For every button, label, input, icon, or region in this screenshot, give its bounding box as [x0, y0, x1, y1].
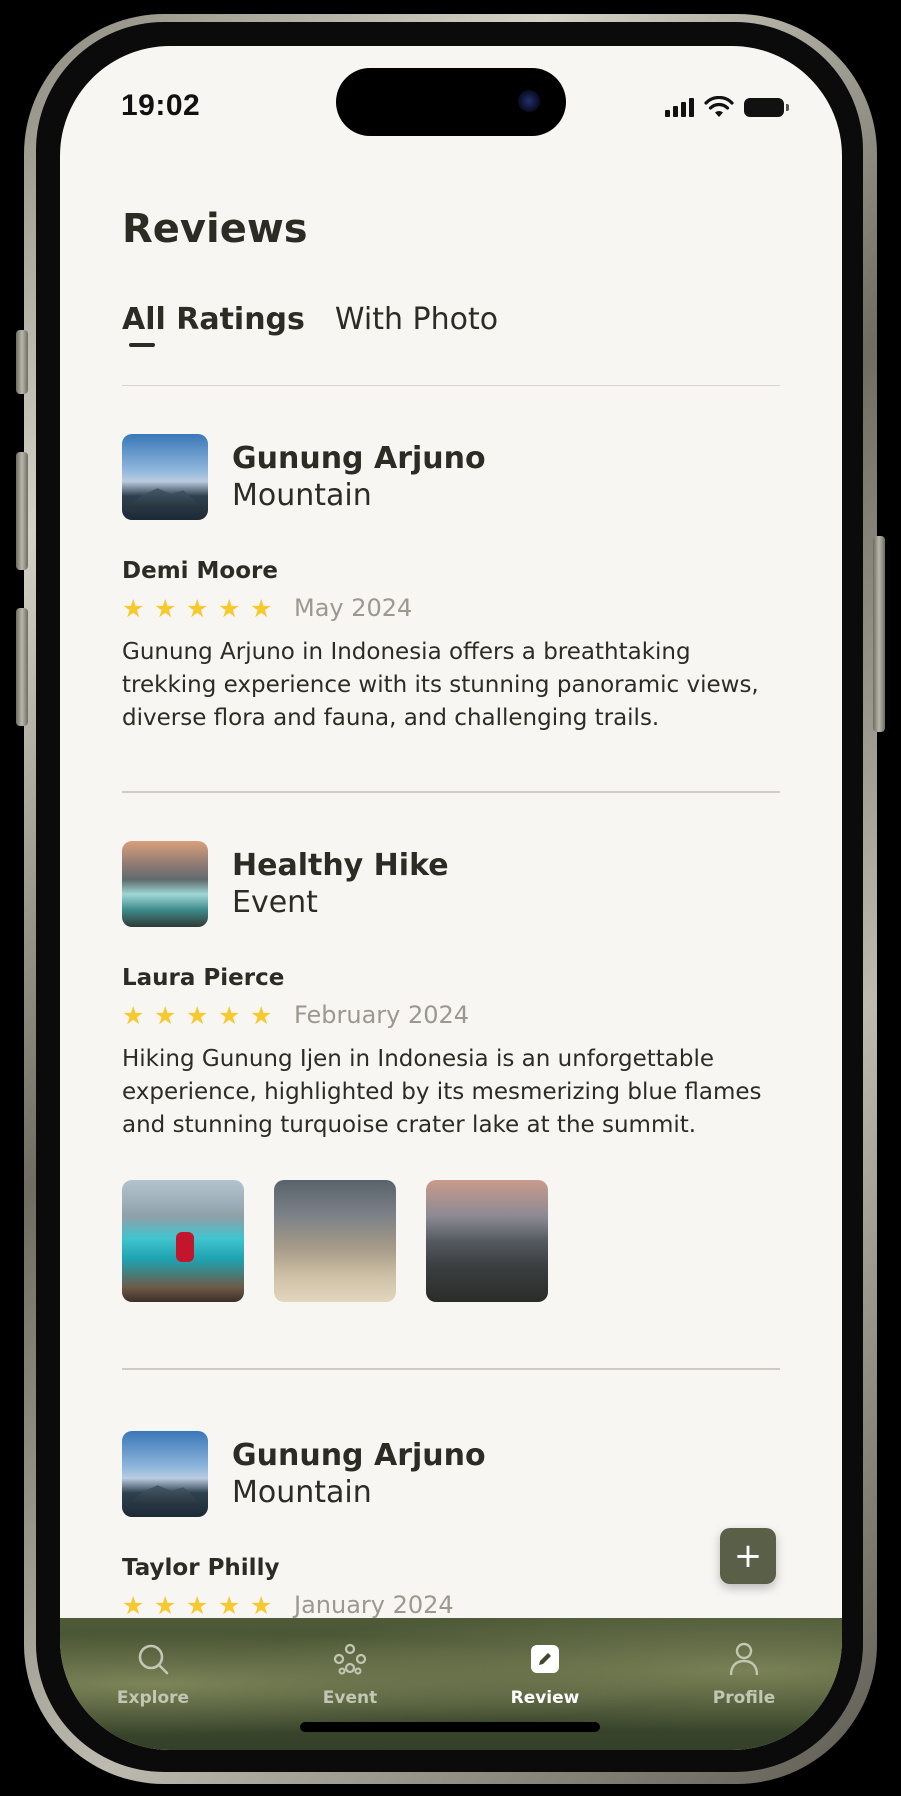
star-icon: ★ [122, 1000, 145, 1030]
review-header: Healthy Hike Event [122, 841, 782, 927]
review-photo[interactable] [122, 1180, 244, 1302]
divider [122, 385, 780, 386]
signal-icon [665, 97, 694, 117]
tab-with-photo[interactable]: With Photo [335, 302, 498, 337]
tab-all-ratings[interactable]: All Ratings [122, 302, 305, 337]
review-text: Hiking Gunung Ijen in Indonesia is an un… [122, 1046, 762, 1138]
nav-label: Explore [116, 1688, 190, 1708]
page-title: Reviews [122, 206, 308, 252]
divider [122, 791, 780, 793]
mountain-thumbnail [122, 1431, 208, 1517]
review-header: Gunung Arjuno Mountain [122, 434, 782, 520]
star-icon: ★ [186, 593, 209, 623]
battery-icon [744, 97, 789, 117]
star-icon: ★ [186, 1590, 209, 1620]
reviewer-name: Demi Moore [122, 558, 278, 584]
edit-icon [531, 1645, 559, 1673]
review-date: February 2024 [294, 1001, 470, 1029]
action-button [16, 330, 28, 394]
place-type: Event [232, 885, 318, 920]
review-date: January 2024 [294, 1591, 454, 1619]
add-review-button[interactable]: + [720, 1528, 776, 1584]
review-photo[interactable] [274, 1180, 396, 1302]
place-type: Mountain [232, 478, 372, 513]
star-icon: ★ [250, 1000, 273, 1030]
dynamic-island [336, 68, 566, 136]
search-icon [138, 1644, 169, 1675]
review-header: Gunung Arjuno Mountain [122, 1431, 782, 1517]
reviewer-name: Laura Pierce [122, 965, 285, 991]
star-icon: ★ [154, 1590, 177, 1620]
active-tab-indicator [129, 343, 155, 347]
mountain-thumbnail [122, 434, 208, 520]
review-date: May 2024 [294, 594, 413, 622]
group-icon [333, 1643, 367, 1675]
reviewer-name: Taylor Philly [122, 1555, 280, 1581]
nav-explore[interactable]: Explore [93, 1640, 213, 1708]
star-icon: ★ [250, 593, 273, 623]
nav-label: Profile [712, 1688, 776, 1708]
status-icons [665, 96, 789, 118]
status-time: 19:02 [121, 89, 201, 122]
nav-label: Review [510, 1688, 580, 1708]
star-icon: ★ [218, 593, 241, 623]
star-icon: ★ [186, 1000, 209, 1030]
rating-row: ★ ★ ★ ★ ★ January 2024 [122, 1591, 782, 1619]
app-screen: 19:02 Reviews All Ratings With Photo Gun… [60, 46, 842, 1750]
power-button [873, 536, 885, 732]
volume-down-button [16, 608, 28, 726]
place-name: Healthy Hike [232, 847, 449, 883]
rating-row: ★ ★ ★ ★ ★ May 2024 [122, 594, 782, 622]
nav-event[interactable]: Event [290, 1640, 410, 1708]
star-icon: ★ [122, 593, 145, 623]
star-icon: ★ [154, 1000, 177, 1030]
wifi-icon [704, 96, 734, 117]
plus-icon: + [733, 1536, 763, 1576]
star-icon: ★ [122, 1590, 145, 1620]
place-name: Gunung Arjuno [232, 1437, 486, 1473]
rating-row: ★ ★ ★ ★ ★ February 2024 [122, 1001, 782, 1029]
star-icon: ★ [154, 593, 177, 623]
volume-up-button [16, 452, 28, 570]
star-icon: ★ [218, 1000, 241, 1030]
star-icon: ★ [250, 1590, 273, 1620]
review-tabs: All Ratings With Photo [122, 302, 498, 337]
place-name: Gunung Arjuno [232, 440, 486, 476]
crater-lake-thumbnail [122, 841, 208, 927]
review-card[interactable]: Gunung Arjuno Mountain Demi Moore ★ ★ ★ … [122, 434, 782, 735]
star-icon: ★ [218, 1590, 241, 1620]
nav-review[interactable]: Review [485, 1640, 605, 1708]
camera-icon [518, 90, 540, 112]
review-card[interactable]: Gunung Arjuno Mountain Taylor Philly ★ ★… [122, 1431, 782, 1619]
user-icon [729, 1642, 759, 1676]
review-photo[interactable] [426, 1180, 548, 1302]
review-text: Gunung Arjuno in Indonesia offers a brea… [122, 639, 759, 731]
place-type: Mountain [232, 1475, 372, 1510]
nav-label: Event [322, 1688, 378, 1708]
review-photos [122, 1180, 782, 1302]
review-card[interactable]: Healthy Hike Event Laura Pierce ★ ★ ★ ★ … [122, 841, 782, 1302]
home-indicator [300, 1722, 600, 1732]
divider [122, 1368, 780, 1370]
nav-profile[interactable]: Profile [684, 1640, 804, 1708]
